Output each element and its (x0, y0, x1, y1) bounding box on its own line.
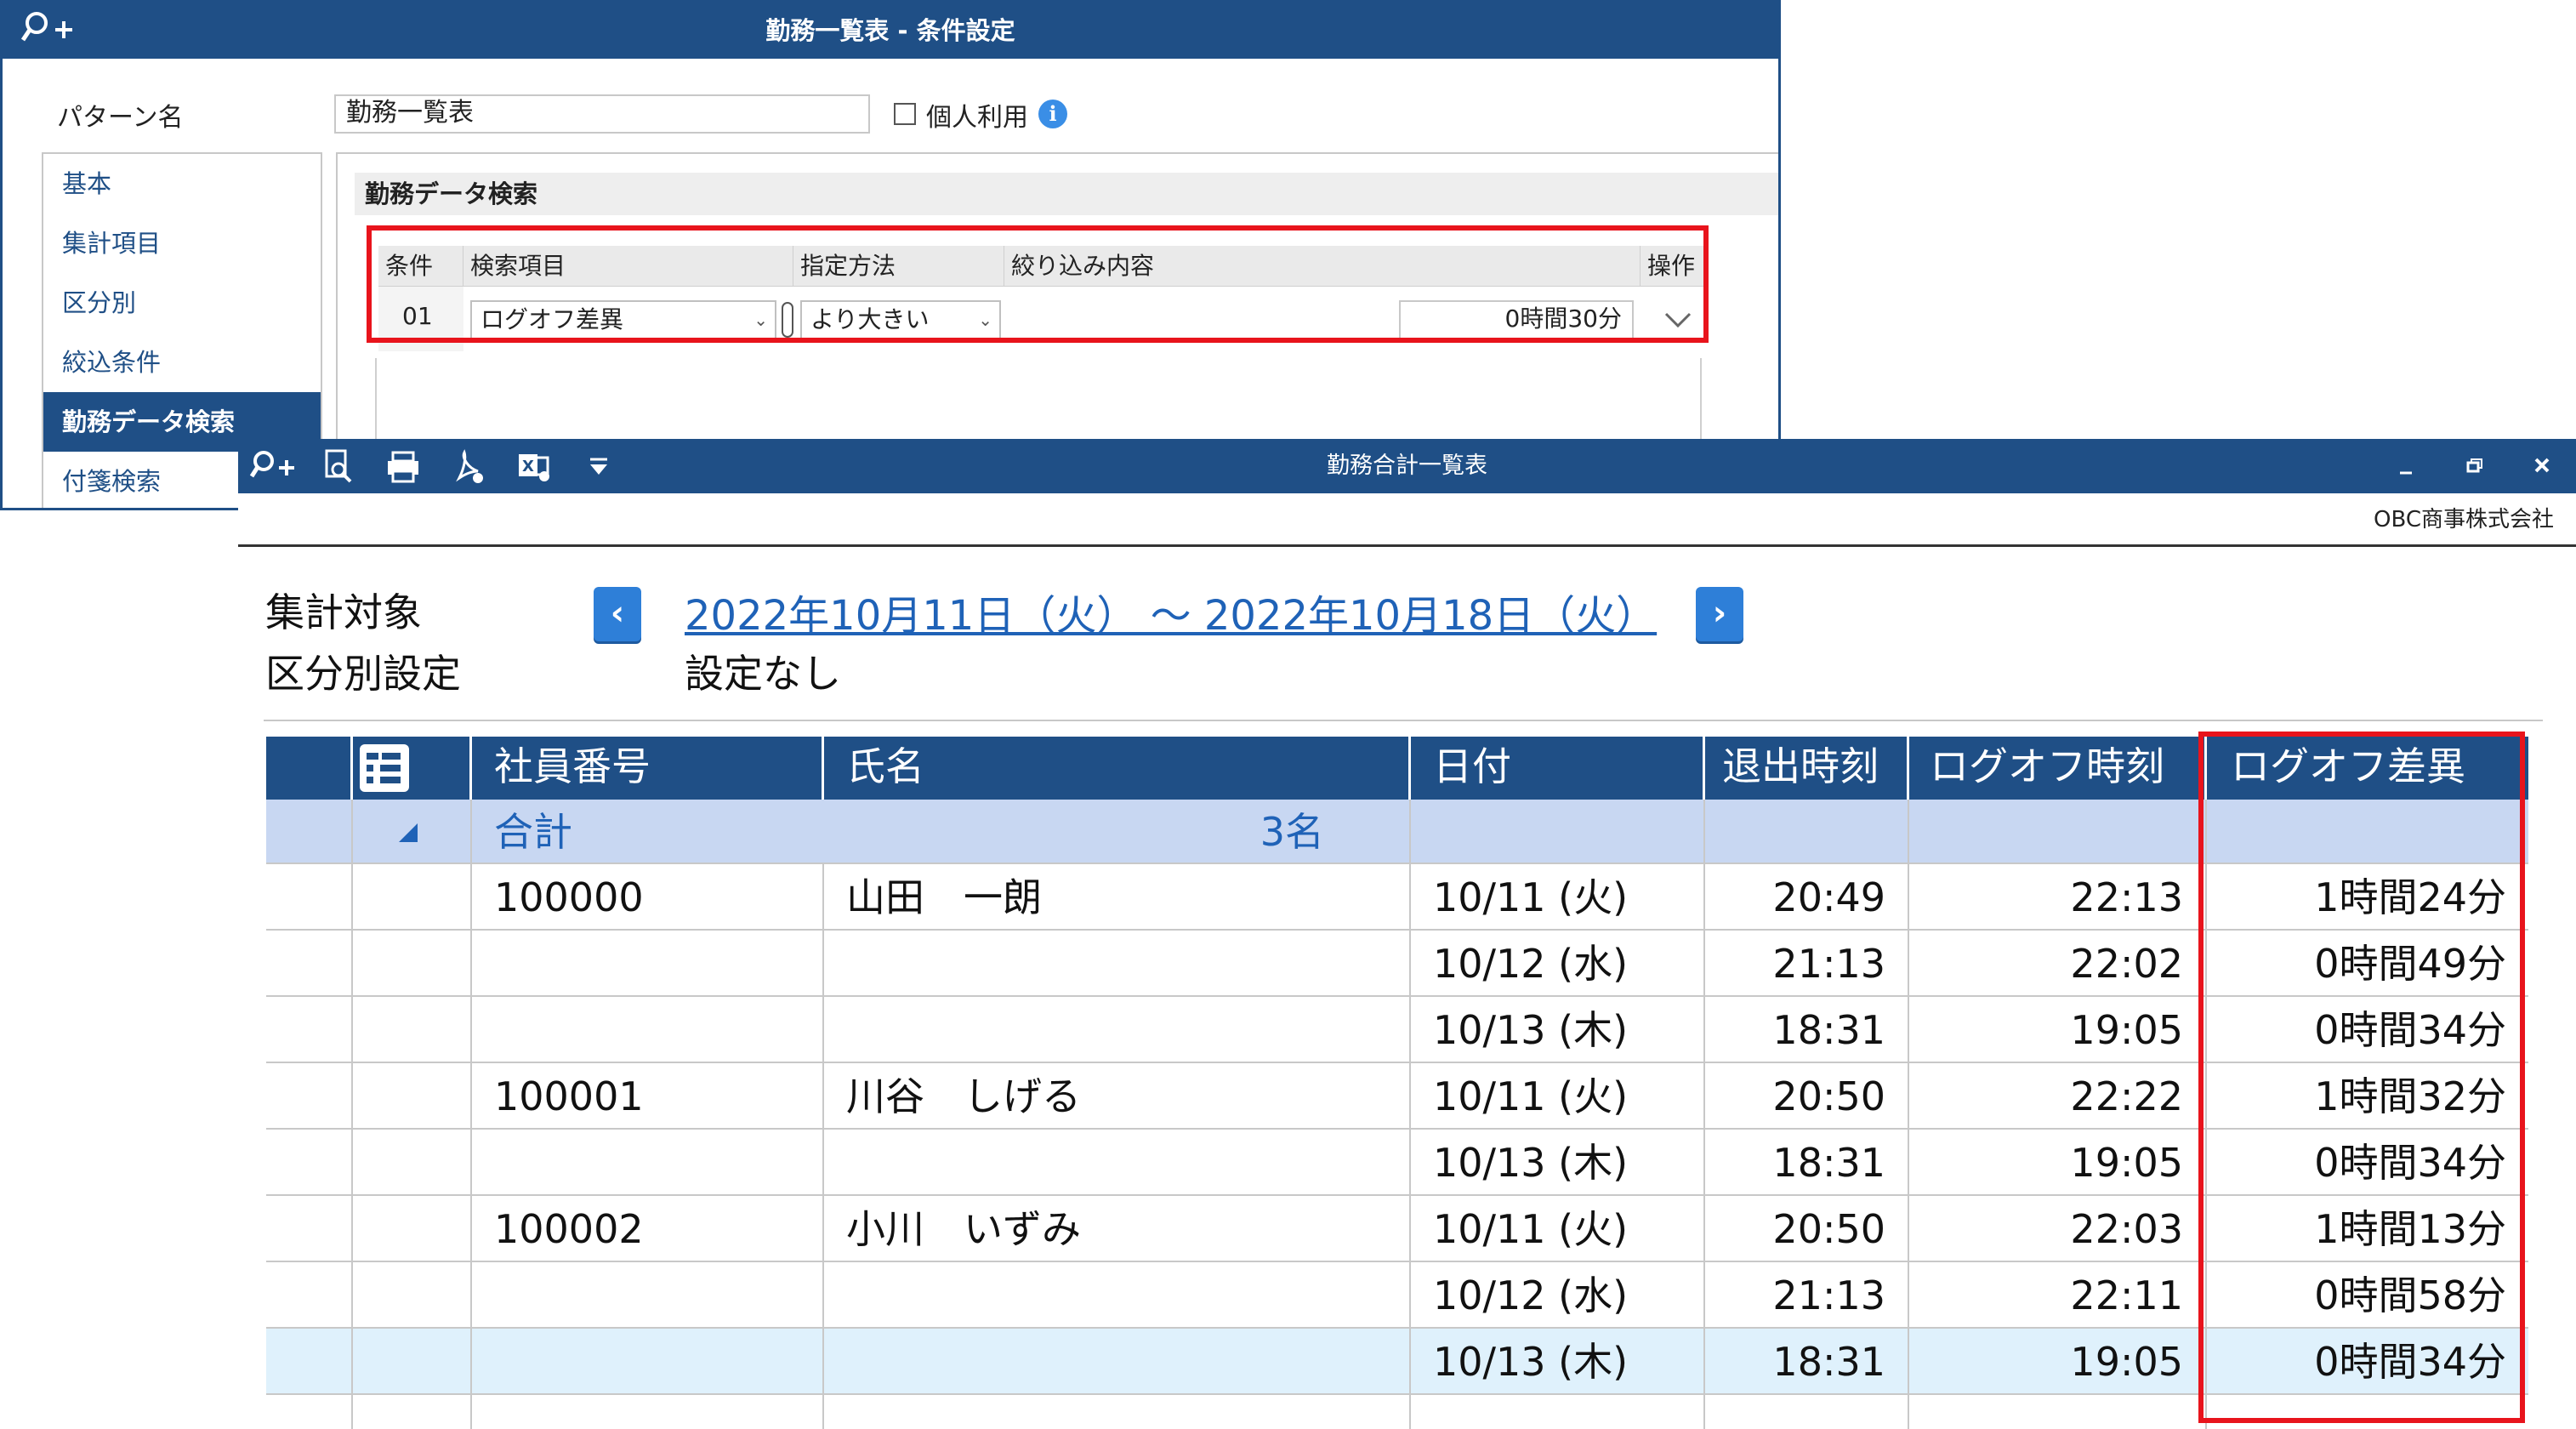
exit-time-cell: 18:31 (1705, 1329, 1909, 1395)
table-row[interactable]: 10/13 (木) 18:31 19:05 0時間34分 (266, 1329, 2528, 1395)
employee-id-cell (472, 997, 824, 1063)
employee-name-cell: 川谷 しげる (824, 1063, 1411, 1130)
employee-name-cell (824, 1329, 1411, 1395)
pattern-name-label: パターン名 (57, 103, 184, 133)
title-bar: 勤務一覧表 - 条件設定 (3, 3, 1778, 59)
close-icon[interactable] (2517, 439, 2568, 493)
employee-name-cell: 山田 一朗 (824, 864, 1411, 931)
col-exit-time: 退出時刻 (1705, 737, 1909, 800)
exit-time-cell: 18:31 (1705, 997, 1909, 1063)
tree-expand-icon[interactable] (360, 744, 409, 792)
employee-id-cell (472, 1329, 824, 1395)
col-date: 日付 (1411, 737, 1705, 800)
employee-name-cell: 小川 いずみ (824, 1196, 1411, 1262)
employee-id-cell: 100002 (472, 1196, 824, 1262)
exit-time-cell: 21:13 (1705, 1262, 1909, 1329)
col-logoff-time: ログオフ時刻 (1909, 737, 2207, 800)
next-period-button[interactable]: › (1696, 587, 1743, 641)
chevron-left-icon: ‹ (610, 594, 625, 633)
pattern-name-input[interactable]: 勤務一覧表 (334, 94, 870, 134)
employee-name-cell (824, 931, 1411, 997)
date-cell: 10/12 (水) (1411, 931, 1705, 997)
table-row[interactable]: 100002 小川 いずみ 10/11 (火) 20:50 22:03 1時間13分 (266, 1196, 2528, 1262)
chevron-right-icon: › (1712, 594, 1727, 633)
employee-id-cell: 100001 (472, 1063, 824, 1130)
exit-time-cell: 18:31 (1705, 1130, 1909, 1196)
nav-item-filter[interactable]: 絞込条件 (43, 333, 321, 392)
total-label: 合計 (494, 809, 572, 855)
table-row[interactable]: 10/13 (木) 18:31 19:05 0時間34分 (266, 1130, 2528, 1196)
logoff-time-cell: 22:13 (1909, 864, 2207, 931)
exit-time-cell: 21:13 (1705, 931, 1909, 997)
info-icon[interactable]: i (1038, 100, 1067, 128)
period-label: 集計対象 (265, 589, 422, 635)
exit-time-cell: 20:50 (1705, 1063, 1909, 1130)
employee-id-cell (472, 931, 824, 997)
condition-settings-window: 勤務一覧表 - 条件設定 パターン名 勤務一覧表 個人利用 i 基本 集計項目 … (0, 0, 1781, 510)
total-count: 3名 (824, 800, 1411, 864)
condition-highlight-box (367, 225, 1709, 343)
tree-toggle-cell[interactable] (353, 737, 472, 800)
personal-use-checkbox[interactable] (894, 103, 916, 125)
content-divider (264, 720, 2543, 721)
date-cell: 10/11 (火) (1411, 864, 1705, 931)
date-cell: 10/13 (木) (1411, 997, 1705, 1063)
work-summary-window: X 勤務合計一覧表 OBC商事株式会社 集計対象 区分別設定 ‹ 2022年10… (238, 439, 2576, 1429)
nav-item-aggregate[interactable]: 集計項目 (43, 213, 321, 273)
exit-time-cell: 20:49 (1705, 864, 1909, 931)
section-title: 勤務データ検索 (365, 179, 538, 208)
title-bar: X 勤務合計一覧表 (238, 439, 2576, 493)
nav-item-category[interactable]: 区分別 (43, 273, 321, 333)
table-row[interactable]: 100001 川谷 しげる 10/11 (火) 20:50 22:22 1時間32分 (266, 1063, 2528, 1130)
col-name: 氏名 (824, 737, 1411, 800)
logoff-time-cell: 22:22 (1909, 1063, 2207, 1130)
date-cell: 10/13 (木) (1411, 1130, 1705, 1196)
company-name: OBC商事株式会社 (2374, 507, 2554, 532)
logoff-time-cell: 22:11 (1909, 1262, 2207, 1329)
setting-label: 区分別設定 (265, 651, 461, 697)
date-cell: 10/11 (火) (1411, 1196, 1705, 1262)
minimize-icon[interactable] (2381, 439, 2432, 493)
date-cell: 10/13 (木) (1411, 1329, 1705, 1395)
logoff-time-cell: 19:05 (1909, 997, 2207, 1063)
collapse-triangle-icon[interactable] (397, 822, 421, 844)
restore-icon[interactable] (2449, 439, 2500, 493)
logoff-time-cell: 19:05 (1909, 1130, 2207, 1196)
logoff-time-cell: 19:05 (1909, 1329, 2207, 1395)
total-row[interactable]: 合計 3名 (266, 800, 2528, 864)
logoff-time-cell: 22:02 (1909, 931, 2207, 997)
window-title: 勤務一覧表 - 条件設定 (765, 16, 1015, 45)
employee-name-cell (824, 1130, 1411, 1196)
employee-name-cell (824, 997, 1411, 1063)
table-row[interactable]: 10/13 (木) 18:31 19:05 0時間34分 (266, 997, 2528, 1063)
prev-period-button[interactable]: ‹ (594, 587, 641, 641)
employee-name-cell (824, 1262, 1411, 1329)
employee-id-cell: 100000 (472, 864, 824, 931)
date-cell: 10/12 (水) (1411, 1262, 1705, 1329)
table-row[interactable]: 100000 山田 一朗 10/11 (火) 20:49 22:13 1時間24分 (266, 864, 2528, 931)
col-employee-id: 社員番号 (472, 737, 824, 800)
empty-row (266, 1395, 2528, 1429)
section-header: 勤務データ検索 (355, 173, 1778, 215)
nav-item-basic[interactable]: 基本 (43, 154, 321, 213)
window-title: 勤務合計一覧表 (1327, 453, 1487, 479)
setting-value: 設定なし (685, 651, 841, 697)
period-link[interactable]: 2022年10月11日（火） ～ 2022年10月18日（火） (685, 582, 1657, 641)
employee-id-cell (472, 1130, 824, 1196)
table-row[interactable]: 10/12 (水) 21:13 22:02 0時間49分 (266, 931, 2528, 997)
logoff-diff-highlight-box (2198, 732, 2525, 1423)
personal-use-label: 個人利用 (926, 103, 1028, 133)
employee-id-cell (472, 1262, 824, 1329)
date-cell: 10/11 (火) (1411, 1063, 1705, 1130)
summary-grid: 社員番号 氏名 日付 退出時刻 ログオフ時刻 ログオフ差異 合計 3名 1000… (266, 737, 2528, 1429)
exit-time-cell: 20:50 (1705, 1196, 1909, 1262)
logoff-time-cell: 22:03 (1909, 1196, 2207, 1262)
grid-header: 社員番号 氏名 日付 退出時刻 ログオフ時刻 ログオフ差異 (266, 737, 2528, 800)
table-row[interactable]: 10/12 (水) 21:13 22:11 0時間58分 (266, 1262, 2528, 1329)
header-divider (238, 544, 2576, 547)
